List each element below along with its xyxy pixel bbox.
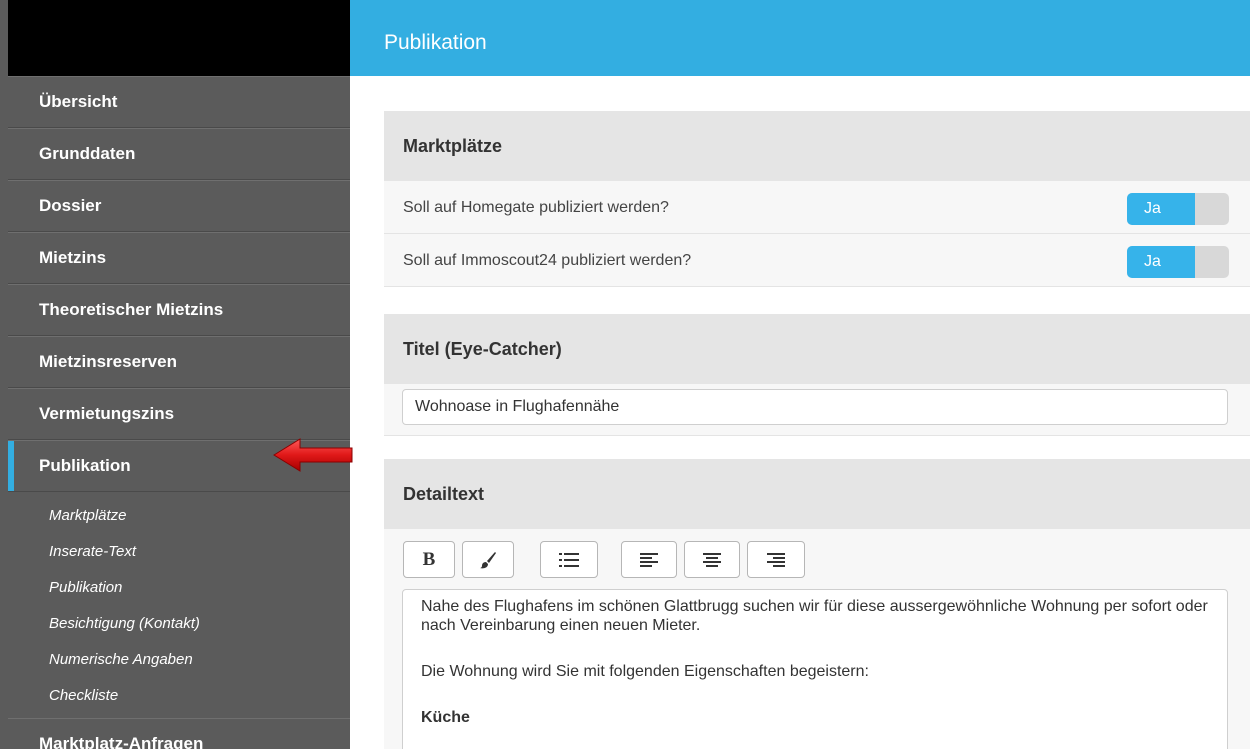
homegate-label: Soll auf Homegate publiziert werden? — [403, 199, 669, 216]
sidebar-subitem-publikation[interactable]: Publikation — [8, 570, 350, 606]
homegate-row: Soll auf Homegate publiziert werden? Ja — [384, 181, 1250, 234]
sidebar-subitem-numerische-angaben[interactable]: Numerische Angaben — [8, 642, 350, 678]
align-right-icon — [767, 552, 785, 567]
align-right-button[interactable] — [747, 541, 805, 578]
detail-panel: Detailtext B Nahe des Flughafens im schö… — [384, 459, 1250, 749]
sidebar-item-mietzinsreserven[interactable]: Mietzinsreserven — [8, 336, 350, 388]
detail-text-area[interactable]: Nahe des Flughafens im schönen Glattbrug… — [402, 589, 1228, 749]
sidebar-item-dossier[interactable]: Dossier — [8, 180, 350, 232]
sidebar-item-marktplatz-anfragen[interactable]: Marktplatz-Anfragen — [8, 718, 350, 749]
eye-catcher-title: Titel (Eye-Catcher) — [384, 314, 1250, 384]
bullet-list-button[interactable] — [540, 541, 598, 578]
sidebar-nav: Übersicht Grunddaten Dossier Mietzins Th… — [8, 76, 350, 749]
eye-catcher-input[interactable] — [402, 389, 1228, 425]
sidebar-item-grunddaten[interactable]: Grunddaten — [8, 128, 350, 180]
detail-title: Detailtext — [384, 459, 1250, 529]
marketplaces-title: Marktplätze — [384, 111, 1250, 181]
brush-icon — [480, 551, 496, 568]
sidebar-item-theoretischer-mietzins[interactable]: Theoretischer Mietzins — [8, 284, 350, 336]
sidebar-subitem-inserate-text[interactable]: Inserate-Text — [8, 534, 350, 570]
homegate-toggle-label: Ja — [1127, 193, 1195, 225]
bold-button[interactable]: B — [403, 541, 455, 578]
list-icon — [559, 552, 579, 567]
detail-editor: B Nahe des Flughafens im schönen Glattbr… — [384, 529, 1250, 749]
eye-catcher-panel: Titel (Eye-Catcher) — [384, 314, 1250, 436]
detail-paragraph-2: Die Wohnung wird Sie mit folgenden Eigen… — [421, 663, 869, 680]
marketplaces-panel: Marktplätze Soll auf Homegate publiziert… — [384, 111, 1250, 287]
bold-icon: B — [422, 548, 436, 570]
immoscout-toggle-label: Ja — [1127, 246, 1195, 278]
sidebar-item-mietzins[interactable]: Mietzins — [8, 232, 350, 284]
red-arrow-icon — [273, 438, 353, 472]
align-center-button[interactable] — [684, 541, 740, 578]
sidebar-item-vermietungszins[interactable]: Vermietungszins — [8, 388, 350, 440]
detail-heading: Küche — [421, 709, 470, 726]
immoscout-toggle[interactable]: Ja — [1127, 246, 1229, 278]
format-brush-button[interactable] — [462, 541, 514, 578]
sidebar: Übersicht Grunddaten Dossier Mietzins Th… — [0, 0, 350, 749]
align-left-icon — [640, 552, 658, 567]
sidebar-item-uebersicht[interactable]: Übersicht — [8, 76, 350, 128]
sidebar-logo-area — [8, 0, 350, 76]
sidebar-submenu: Marktplätze Inserate-Text Publikation Be… — [8, 492, 350, 718]
page-header: Publikation — [350, 0, 1250, 76]
sidebar-subitem-marktplaetze[interactable]: Marktplätze — [8, 498, 350, 534]
eye-catcher-row — [384, 384, 1250, 436]
page-title: Publikation — [384, 31, 487, 54]
sidebar-subitem-checkliste[interactable]: Checkliste — [8, 678, 350, 714]
immoscout-row: Soll auf Immoscout24 publiziert werden? … — [384, 234, 1250, 287]
detail-paragraph-1: Nahe des Flughafens im schönen Glattbrug… — [421, 598, 1208, 634]
align-center-icon — [703, 552, 721, 567]
sidebar-subitem-besichtigung[interactable]: Besichtigung (Kontakt) — [8, 606, 350, 642]
homegate-toggle[interactable]: Ja — [1127, 193, 1229, 225]
immoscout-label: Soll auf Immoscout24 publiziert werden? — [403, 252, 692, 269]
align-left-button[interactable] — [621, 541, 677, 578]
